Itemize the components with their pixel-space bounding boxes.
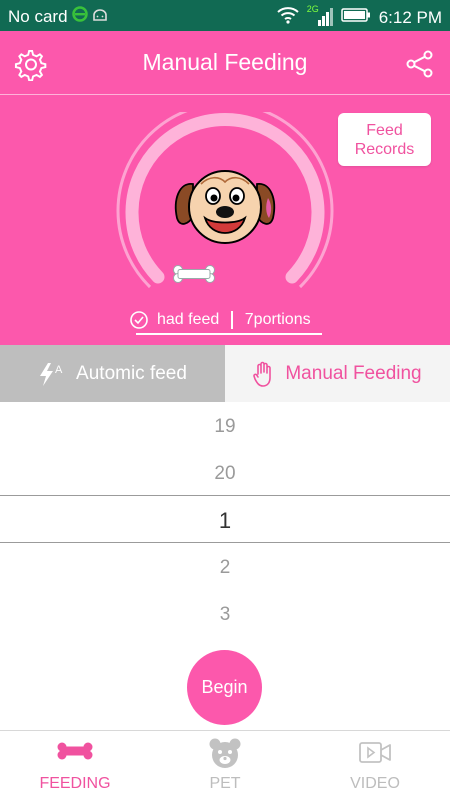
tab-pet[interactable]: PET bbox=[150, 731, 300, 800]
tab-video-label: VIDEO bbox=[350, 775, 400, 792]
picker-item-selected[interactable]: 1 bbox=[0, 508, 450, 534]
feed-mode-tabs: A Automic feed Manual Feeding bbox=[0, 345, 450, 402]
title-divider bbox=[0, 94, 450, 95]
tab-feeding[interactable]: FEEDING bbox=[0, 731, 150, 800]
manual-feeding-label: Manual Feeding bbox=[285, 362, 422, 384]
feed-records-line2: Records bbox=[354, 140, 415, 158]
portion-picker[interactable]: 19 20 1 2 3 bbox=[0, 402, 450, 652]
picker-item[interactable]: 3 bbox=[0, 604, 450, 626]
signal-icon: 2G bbox=[307, 4, 333, 28]
picker-selection-bottom-line bbox=[0, 542, 450, 543]
dog-face-icon bbox=[174, 170, 276, 244]
bear-icon bbox=[209, 738, 241, 768]
had-feed-label: had feed bbox=[157, 311, 220, 328]
battery-icon bbox=[340, 7, 371, 28]
automatic-feed-label: Automic feed bbox=[76, 362, 187, 384]
browser-icon bbox=[71, 6, 88, 27]
clock-text: 6:12 PM bbox=[378, 7, 442, 27]
page-title: Manual Feeding bbox=[142, 49, 308, 75]
tab-feeding-label: FEEDING bbox=[39, 775, 111, 792]
feed-status: had feed 7portions bbox=[129, 307, 321, 333]
bone-icon bbox=[57, 742, 93, 760]
status-separator bbox=[231, 311, 233, 329]
share-button[interactable] bbox=[402, 49, 436, 79]
picker-item[interactable]: 19 bbox=[0, 416, 450, 438]
picker-item[interactable]: 20 bbox=[0, 463, 450, 485]
begin-button[interactable]: Begin bbox=[187, 650, 262, 725]
feed-status-underline bbox=[136, 333, 322, 335]
tab-automatic-feed[interactable]: A Automic feed bbox=[0, 345, 225, 402]
gear-icon bbox=[14, 49, 47, 82]
picker-item[interactable]: 2 bbox=[0, 557, 450, 579]
wifi-icon bbox=[277, 6, 299, 29]
hand-icon bbox=[253, 361, 272, 387]
portions-value: 7portions bbox=[244, 311, 311, 328]
tab-manual-feeding[interactable]: Manual Feeding bbox=[225, 345, 450, 402]
carrier-text: No card bbox=[8, 6, 68, 26]
tab-video[interactable]: VIDEO bbox=[300, 731, 450, 800]
android-icon bbox=[92, 7, 108, 27]
bone-icon bbox=[173, 265, 215, 283]
share-icon bbox=[406, 50, 433, 78]
status-bar: No card 2G 6:12 PM bbox=[0, 0, 450, 31]
feed-records-line1: Feed bbox=[366, 121, 403, 139]
check-circle-icon bbox=[130, 311, 148, 329]
tab-pet-label: PET bbox=[209, 775, 241, 792]
picker-selection-top-line bbox=[0, 495, 450, 496]
feed-records-button[interactable]: Feed Records bbox=[338, 113, 431, 166]
title-bar: Manual Feeding bbox=[0, 31, 450, 94]
settings-button[interactable] bbox=[14, 47, 48, 82]
video-camera-icon bbox=[359, 742, 391, 763]
svg-text:A: A bbox=[55, 364, 63, 376]
auto-flash-icon: A bbox=[40, 362, 63, 386]
